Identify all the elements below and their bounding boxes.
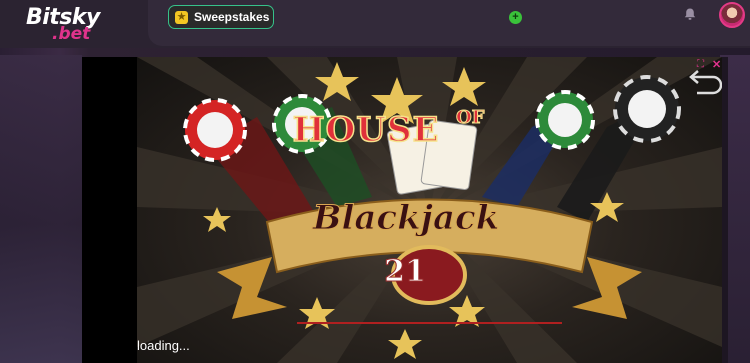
top-bar: Bitsky .bet ★ Sweepstakes + [0, 0, 750, 48]
game-title-blackjack: Blackjack [312, 198, 500, 239]
brand-suffix: .bet [52, 24, 91, 44]
game-title-of: OF [455, 107, 485, 129]
bell-icon[interactable] [683, 7, 697, 21]
brand-logo[interactable]: Bitsky .bet [26, 5, 108, 45]
plus-circle-icon[interactable]: + [509, 11, 522, 24]
fullscreen-icon[interactable]: ⛶ [697, 59, 704, 70]
avatar[interactable] [719, 2, 745, 28]
star-icon: ★ [175, 10, 188, 24]
loading-status: loading... [137, 338, 190, 353]
game-badge-21: 21 [384, 254, 427, 290]
sweepstakes-label: Sweepstakes [194, 10, 270, 24]
game-title-house: HOUSE [292, 109, 440, 151]
side-gutter [722, 57, 728, 363]
undo-arrow-icon[interactable] [683, 67, 723, 99]
close-icon[interactable]: ✕ [712, 58, 721, 71]
background-left [0, 55, 82, 363]
app-root: Bitsky .bet ★ Sweepstakes + ⛶ ✕ loading.… [0, 0, 750, 363]
sweepstakes-button[interactable]: ★ Sweepstakes [168, 5, 274, 29]
